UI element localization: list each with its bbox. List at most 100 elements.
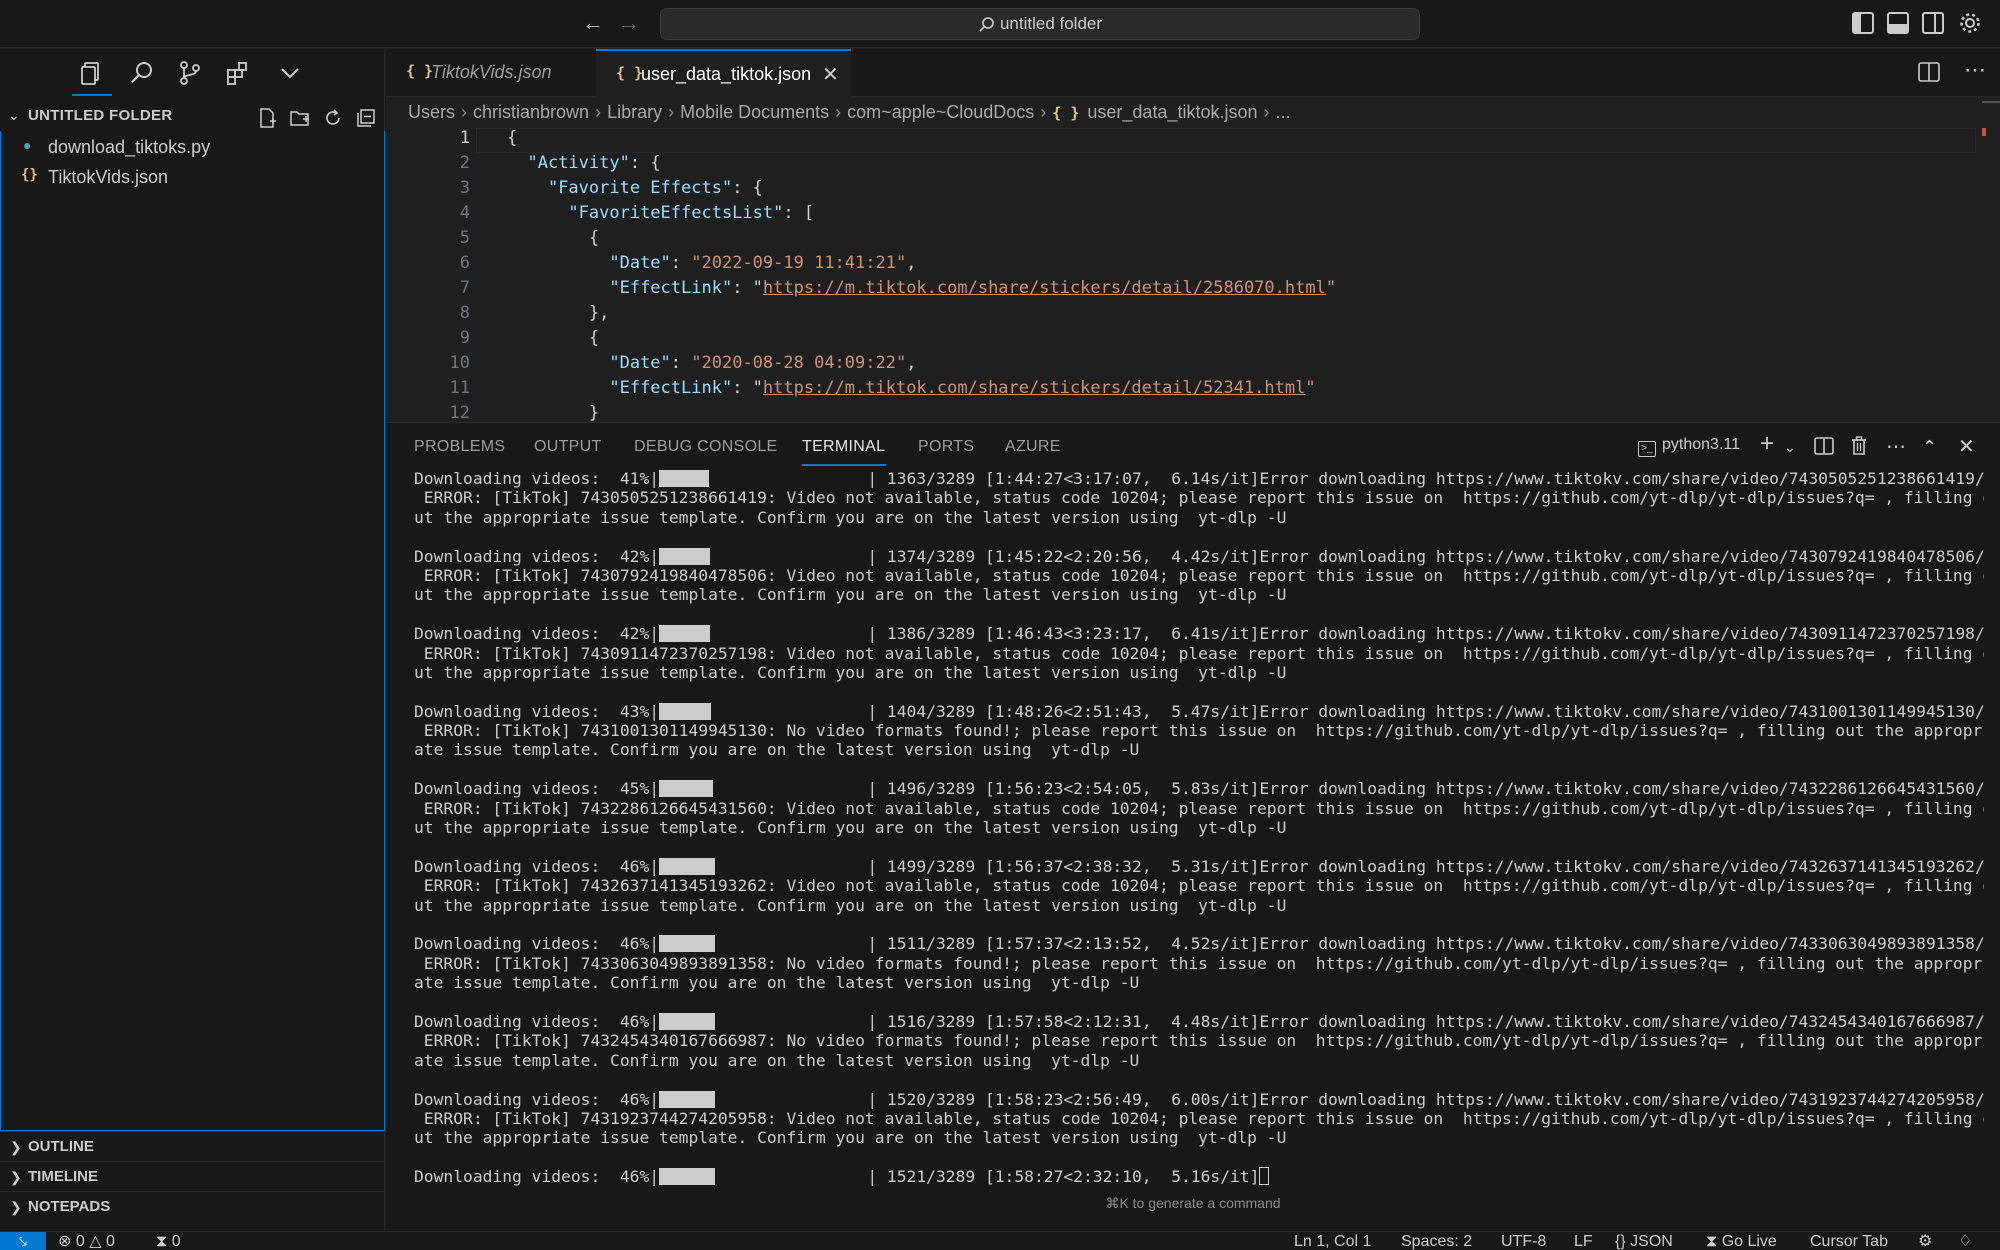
go-live-button[interactable]: ⧗ Go Live (1706, 1232, 1777, 1250)
breadcrumb-item[interactable]: Users (408, 102, 455, 123)
progress-percent: 45% (619, 779, 650, 799)
folder-title: UNTITLED FOLDER (28, 107, 173, 124)
progress-stats: | 1511/3289 [1:57:37<2:13:52, 4.52s/it]E… (867, 934, 1984, 954)
code-line: 12 } (386, 403, 2000, 421)
command-center-search[interactable]: untitled folder (660, 8, 1420, 40)
breadcrumb-item[interactable]: user_data_tiktok.json (1087, 102, 1257, 123)
problems-status[interactable]: ⊗ 0 △ 0 (58, 1232, 115, 1250)
code-line: 1{ (386, 128, 2000, 153)
tab-tiktokvids-json[interactable]: { } TiktokVids.json (386, 49, 596, 97)
progress-bar (659, 470, 779, 487)
code-editor[interactable]: 1{2 "Activity": {3 "Favorite Effects": {… (386, 128, 2000, 421)
minimap-indicator (1982, 101, 2000, 103)
breadcrumb-item[interactable]: com~apple~CloudDocs (847, 102, 1034, 123)
outline-section[interactable]: ❯ OUTLINE (0, 1131, 385, 1161)
split-terminal-icon[interactable] (1814, 437, 1834, 455)
trash-icon[interactable] (1850, 436, 1868, 456)
search-icon[interactable] (128, 59, 156, 87)
tab-debug-console[interactable]: DEBUG CONSOLE (634, 438, 778, 456)
new-file-icon[interactable] (256, 107, 278, 129)
code-link[interactable]: https://m.tiktok.com/share/stickers/deta… (763, 378, 1305, 398)
toggle-primary-sidebar-icon[interactable] (1852, 12, 1874, 34)
new-terminal-icon[interactable]: + (1760, 430, 1774, 458)
tab-terminal[interactable]: TERMINAL (802, 438, 885, 456)
code-token: : { (732, 178, 763, 198)
code-token: : " (732, 378, 763, 398)
code-token: : { (629, 153, 661, 173)
progress-percent: 46% (619, 934, 650, 954)
progress-bar (659, 857, 779, 875)
progress-line: Downloading videos: 46%| | 1520/3289 [1:… (414, 1090, 1984, 1109)
split-editor-icon[interactable] (1918, 62, 1940, 82)
code-link[interactable]: https://m.tiktok.com/share/stickers/deta… (763, 278, 1326, 298)
file-item-tiktokvids-json[interactable]: {} TiktokVids.json (1, 162, 384, 192)
collapse-all-icon[interactable] (355, 107, 377, 129)
source-control-icon[interactable] (176, 59, 204, 87)
close-panel-icon[interactable]: ✕ (1958, 434, 1975, 459)
breadcrumb-item[interactable]: christianbrown (473, 102, 589, 123)
toggle-secondary-sidebar-icon[interactable] (1922, 12, 1944, 34)
breadcrumb-item[interactable]: ... (1276, 102, 1291, 123)
progress-prefix: Downloading videos: (414, 856, 620, 876)
tab-user-data-tiktok-json[interactable]: { } user_data_tiktok.json ✕ (596, 49, 851, 97)
error-line: ate issue template. Confirm you are on t… (414, 740, 1140, 760)
more-actions-icon[interactable]: ⋯ (1964, 57, 1986, 83)
line-number: 6 (459, 253, 470, 273)
chevron-right-icon: ❯ (10, 1169, 22, 1185)
terminal-output[interactable]: Downloading videos: 41%| | 1363/3289 [1:… (414, 469, 1984, 1199)
chevron-down-icon[interactable]: ⌄ (8, 107, 20, 124)
line-number: 2 (459, 153, 470, 173)
settings-gear-icon[interactable] (1959, 12, 1981, 34)
json-file-icon: { } (406, 62, 434, 80)
explorer-folder-header[interactable]: ⌄ UNTITLED FOLDER (0, 101, 385, 131)
more-actions-icon[interactable]: ⋯ (1886, 434, 1906, 459)
code-text: { (507, 328, 599, 348)
progress-bar-fill (659, 702, 712, 720)
toggle-panel-icon[interactable] (1887, 12, 1909, 34)
active-tab-indicator (802, 464, 886, 466)
progress-line: Downloading videos: 42%| | 1386/3289 [1:… (414, 624, 1984, 643)
tab-problems[interactable]: PROBLEMS (414, 438, 505, 456)
progress-bar (659, 702, 779, 720)
chevron-down-icon[interactable] (276, 59, 304, 87)
extensions-icon[interactable] (224, 59, 252, 87)
progress-stats: | 1496/3289 [1:56:23<2:54:05, 5.83s/it]E… (867, 779, 1984, 799)
breadcrumb-item[interactable]: Library (607, 102, 662, 123)
terminal-selector[interactable]: >_ python3.11 (1638, 436, 1740, 457)
chevron-down-icon[interactable]: ⌄ (1784, 439, 1796, 456)
progress-line: Downloading videos: 41%| | 1363/3289 [1:… (414, 469, 1984, 488)
forward-arrow-icon[interactable]: → (618, 10, 640, 36)
breadcrumb-item[interactable]: Mobile Documents (680, 102, 829, 123)
language-mode[interactable]: {} JSON (1615, 1232, 1673, 1250)
new-folder-icon[interactable] (289, 107, 311, 129)
back-arrow-icon[interactable]: ← (582, 10, 604, 36)
cursor-tab-status[interactable]: Cursor Tab (1810, 1232, 1888, 1250)
notepads-section[interactable]: ❯ NOTEPADS (0, 1191, 385, 1221)
refresh-icon[interactable] (322, 107, 344, 129)
error-line: ut the appropriate issue template. Confi… (414, 507, 1287, 527)
eol-status[interactable]: LF (1574, 1232, 1593, 1250)
file-item-download-tiktoks[interactable]: ● download_tiktoks.py (1, 132, 384, 162)
bell-icon[interactable]: ♢ (1958, 1232, 1972, 1250)
tab-ports[interactable]: PORTS (918, 438, 974, 456)
tab-azure[interactable]: AZURE (1005, 438, 1061, 456)
maximize-panel-icon[interactable]: ⌃ (1922, 437, 1937, 458)
explorer-files-icon[interactable] (78, 59, 106, 87)
encoding-status[interactable]: UTF-8 (1501, 1232, 1546, 1250)
remote-indicator-icon[interactable]: ⤥ (0, 1232, 46, 1250)
active-tab-indicator (72, 94, 112, 96)
timeline-section[interactable]: ❯ TIMELINE (0, 1161, 385, 1191)
error-line: ERROR: [TikTok] 7433063049893891358: No … (414, 953, 1984, 973)
copilot-icon[interactable]: ⚙ (1918, 1232, 1932, 1250)
indentation-status[interactable]: Spaces: 2 (1401, 1232, 1472, 1250)
close-icon[interactable]: ✕ (822, 62, 839, 87)
tab-output[interactable]: OUTPUT (534, 438, 602, 456)
chevron-right-icon: › (1263, 102, 1270, 122)
cursor-position[interactable]: Ln 1, Col 1 (1294, 1232, 1371, 1250)
ports-status[interactable]: ⧗ 0 (156, 1232, 181, 1250)
error-icon: ⊗ (58, 1233, 72, 1250)
code-text: } (507, 403, 599, 421)
timeline-label: TIMELINE (28, 1168, 98, 1185)
